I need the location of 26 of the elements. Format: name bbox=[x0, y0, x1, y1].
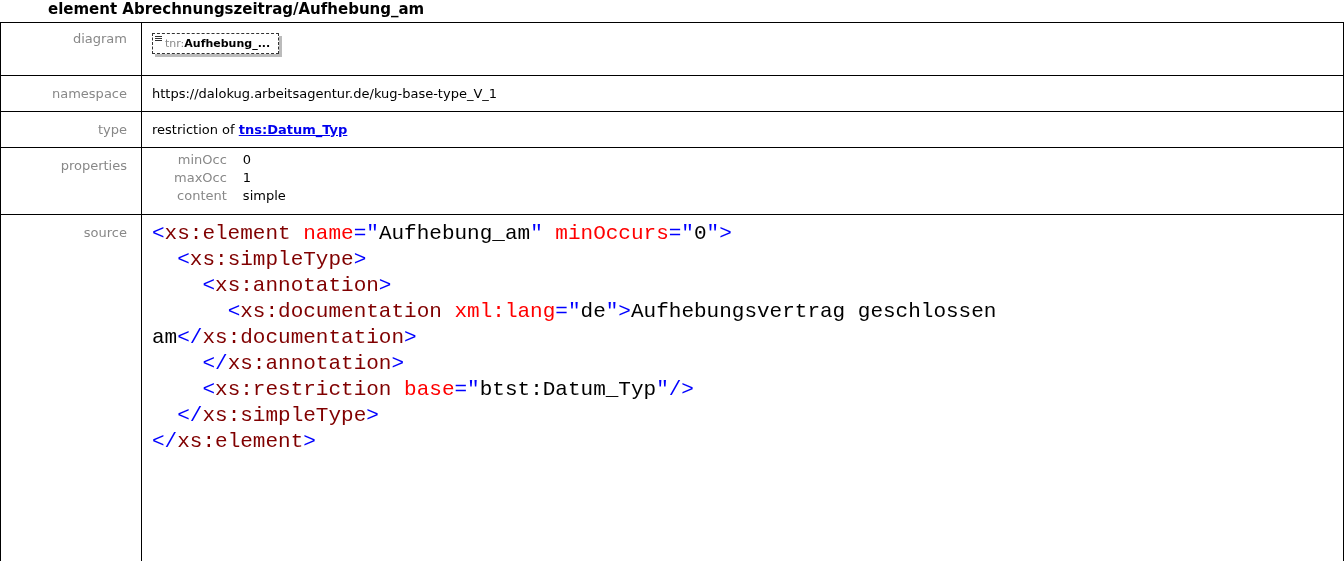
code-line: </xs:element> bbox=[152, 429, 317, 455]
element-node: tnr:Aufhebung_... bbox=[152, 33, 280, 54]
row-label: diagram bbox=[72, 31, 127, 46]
row-label: type bbox=[97, 122, 127, 137]
type-link[interactable]: tns:Datum_Typ bbox=[238, 122, 348, 137]
code-line: am</xs:documentation> bbox=[152, 325, 418, 351]
row-label: namespace bbox=[52, 86, 127, 101]
row-label: source bbox=[83, 225, 127, 240]
property-value: 0 bbox=[242, 151, 253, 168]
code-line: <xs:restriction base="btst:Datum_Typ"/> bbox=[201, 377, 695, 403]
element-heading: element Abrechnungszeitrag/Aufhebung_am bbox=[47, 0, 426, 20]
code-line: <xs:documentation xml:lang="de">Aufhebungsvertrag geschlossen bbox=[226, 299, 998, 325]
namespace-text: https://dalokug.arbeitsagentur.de/kug-base-type_V_1 bbox=[152, 86, 498, 101]
code-line: </xs:annotation> bbox=[201, 351, 406, 377]
list-icon bbox=[155, 36, 162, 41]
code-line: </xs:simpleType> bbox=[176, 403, 380, 429]
property-name: minOcc bbox=[176, 151, 227, 168]
row-label: properties bbox=[60, 158, 127, 173]
property-value: simple bbox=[242, 187, 286, 204]
code-line: <xs:annotation> bbox=[201, 273, 393, 299]
property-name: content bbox=[176, 187, 227, 204]
type-text: restriction of bbox=[152, 122, 235, 137]
code-line: <xs:simpleType> bbox=[176, 247, 368, 273]
property-value: 1 bbox=[242, 169, 253, 186]
code-line: <xs:element name="Aufhebung_am" minOccurs="0"> bbox=[152, 221, 733, 247]
property-name: maxOcc bbox=[173, 169, 227, 186]
